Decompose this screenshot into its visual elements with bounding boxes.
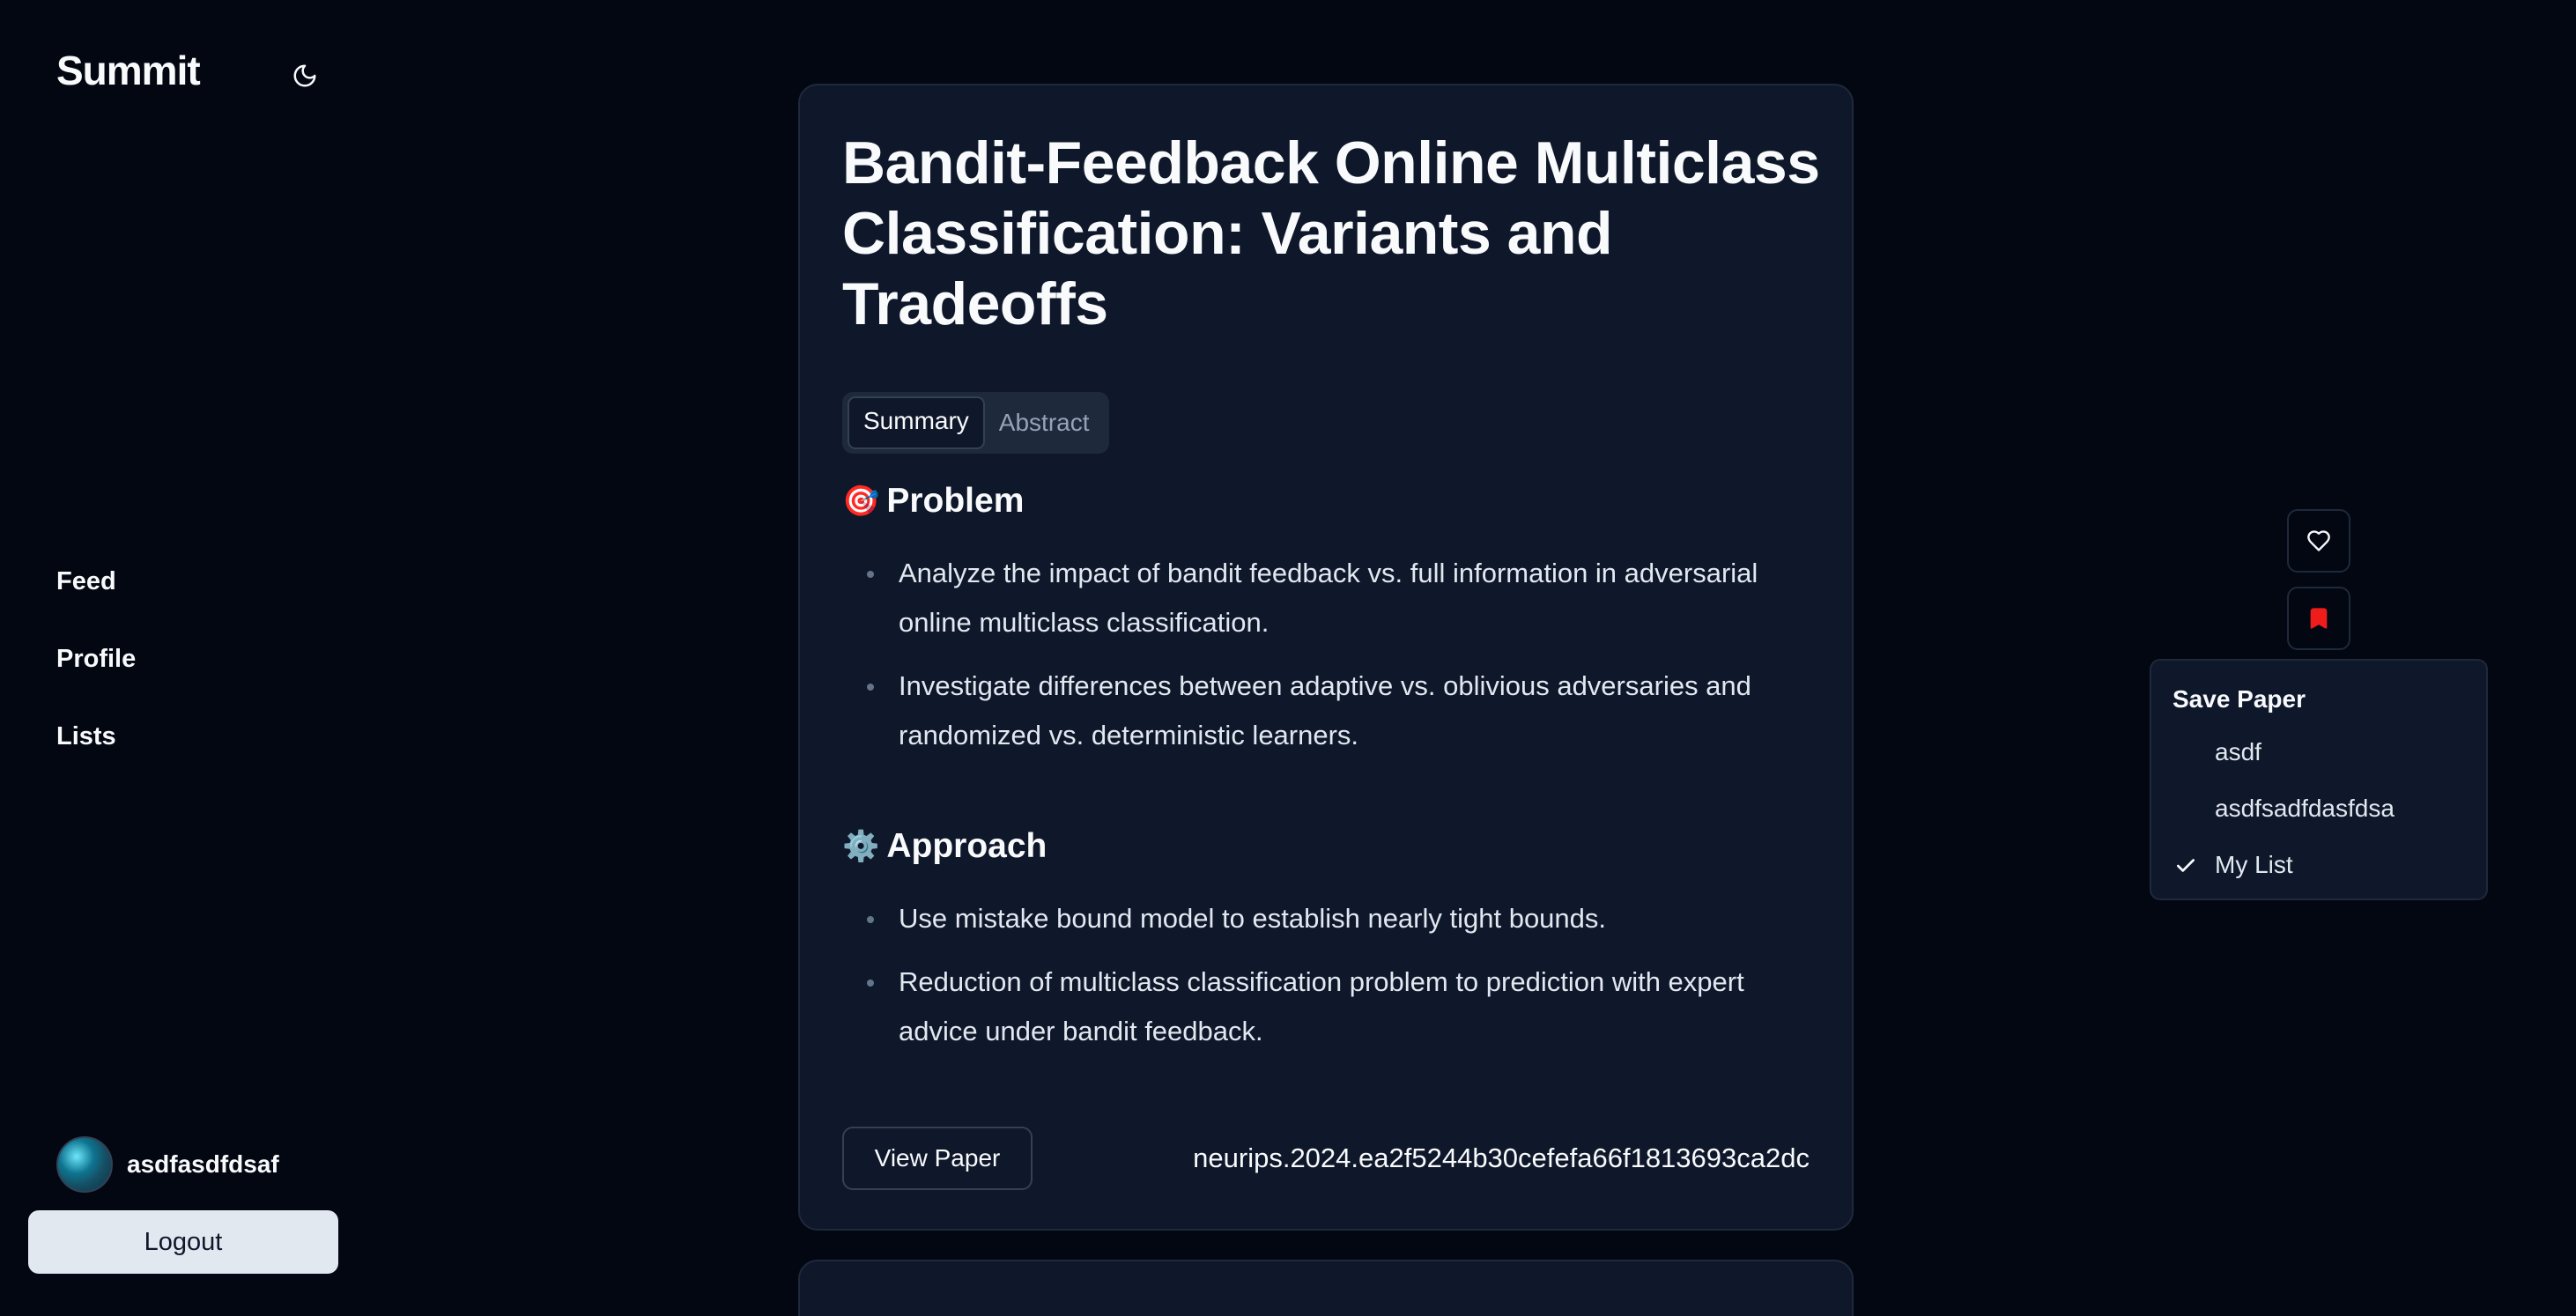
section-title: Approach [886, 827, 1047, 865]
section-title: Problem [886, 482, 1025, 520]
list-item: Reduction of multiclass classification p… [842, 957, 1820, 1056]
sidebar-item-profile[interactable]: Profile [56, 640, 136, 717]
logout-button[interactable]: Logout [28, 1210, 338, 1274]
gear-icon: ⚙️ [842, 830, 880, 863]
save-paper-menu: Save Paper asdf asdfsadfdasfdsa My List [2150, 659, 2488, 900]
menu-item-label: asdf [2215, 738, 2261, 765]
save-menu-title: Save Paper [2173, 685, 2306, 713]
paper-card: Bandit-Feedback Online Multiclass Classi… [798, 84, 1854, 1231]
list-item: Use mistake bound model to establish nea… [842, 894, 1820, 943]
sidebar-item-feed[interactable]: Feed [56, 562, 136, 640]
paper-id: neurips.2024.ea2f5244b30cefefa66f1813693… [1193, 1142, 1810, 1173]
check-icon [2176, 859, 2195, 872]
sidebar-item-lists[interactable]: Lists [56, 717, 136, 795]
sidebar-nav: Feed Profile Lists [56, 562, 136, 795]
save-paper-button[interactable] [2287, 587, 2350, 650]
brand-logo[interactable]: Summit [56, 46, 201, 95]
target-icon: 🎯 [842, 484, 880, 518]
user-profile[interactable]: asdfasdfdsaf [56, 1136, 279, 1193]
menu-item-asdfsadfdasfdsa[interactable]: asdfsadfdasfdsa [2151, 780, 2486, 837]
next-paper-card [798, 1260, 1854, 1316]
bookmark-icon [2310, 608, 2328, 629]
list-item: Investigate differences between adaptive… [842, 662, 1820, 760]
tab-abstract[interactable]: Abstract [985, 398, 1104, 447]
summary-tabs: Summary Abstract [842, 392, 1109, 454]
username: asdfasdfdsaf [127, 1150, 279, 1178]
paper-title: Bandit-Feedback Online Multiclass Classi… [842, 129, 1820, 337]
heart-icon [2307, 530, 2330, 551]
approach-list: Use mistake bound model to establish nea… [842, 894, 1820, 1070]
view-paper-button[interactable]: View Paper [842, 1127, 1033, 1190]
moon-icon [293, 64, 316, 87]
section-heading-approach: ⚙️ Approach [842, 822, 1047, 871]
list-item: Analyze the impact of bandit feedback vs… [842, 549, 1820, 647]
theme-toggle-button[interactable] [285, 56, 324, 95]
avatar[interactable] [56, 1136, 113, 1193]
problem-list: Analyze the impact of bandit feedback vs… [842, 549, 1820, 774]
menu-item-label: asdfsadfdasfdsa [2215, 795, 2395, 822]
menu-item-asdf[interactable]: asdf [2151, 724, 2486, 780]
menu-item-my-list[interactable]: My List [2151, 837, 2486, 893]
like-button[interactable] [2287, 509, 2350, 573]
menu-item-label: My List [2215, 851, 2293, 878]
app-page: Summit Feed Profile Lists asdfasdfdsaf L… [0, 0, 2576, 1316]
tab-summary[interactable]: Summary [848, 396, 985, 449]
section-heading-problem: 🎯 Problem [842, 477, 1024, 526]
